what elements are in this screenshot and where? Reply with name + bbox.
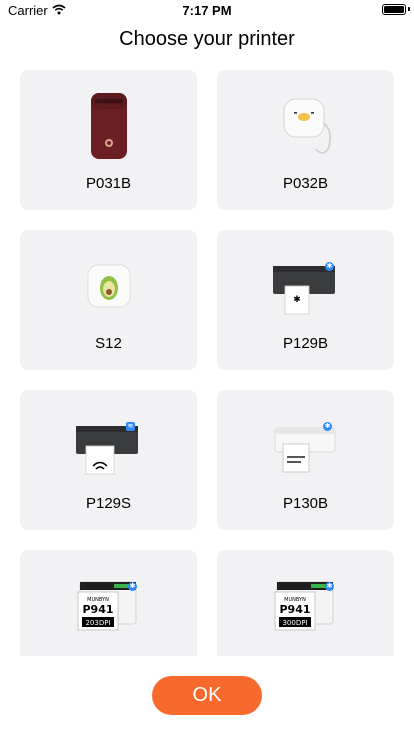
p129b-printer-image: ✱ bbox=[217, 248, 394, 324]
bluetooth-badge-icon: ✱ bbox=[325, 582, 334, 591]
page-title: Choose your printer bbox=[119, 28, 295, 50]
ok-button[interactable]: OK bbox=[152, 676, 262, 715]
printer-label: P129B bbox=[282, 335, 329, 352]
printer-grid: P031B P032B S12 ✱ ✱ P129B ≋ P129S ✱ P130… bbox=[0, 70, 414, 656]
wifi-badge-icon: ≋ bbox=[126, 422, 135, 431]
p130b-printer-image bbox=[217, 408, 394, 484]
svg-text:300DPI: 300DPI bbox=[282, 619, 307, 627]
s12-printer-image bbox=[20, 248, 197, 324]
printer-label: P129S bbox=[85, 495, 132, 512]
battery-icon bbox=[382, 4, 406, 15]
p941-300dpi-printer-image: MUNBYN P941 300DPI bbox=[217, 568, 394, 644]
printer-label: P031B bbox=[85, 175, 132, 192]
bluetooth-badge-icon: ✱ bbox=[323, 422, 332, 431]
printer-card-p941-300dpi[interactable]: MUNBYN P941 300DPI ✱ bbox=[217, 550, 394, 656]
svg-text:P941: P941 bbox=[82, 603, 113, 616]
printer-label: S12 bbox=[95, 335, 122, 352]
printer-card-p130b[interactable]: ✱ P130B bbox=[217, 390, 394, 530]
svg-text:P941: P941 bbox=[279, 603, 310, 616]
bottom-bar: OK bbox=[0, 656, 414, 736]
printer-card-p129b[interactable]: ✱ ✱ P129B bbox=[217, 230, 394, 370]
printer-card-p032b[interactable]: P032B bbox=[217, 70, 394, 210]
svg-text:✱: ✱ bbox=[293, 295, 301, 305]
printer-card-s12[interactable]: S12 bbox=[20, 230, 197, 370]
bluetooth-badge-icon: ✱ bbox=[325, 262, 334, 271]
p032b-printer-image bbox=[217, 88, 394, 164]
p031b-printer-image bbox=[20, 88, 197, 164]
battery-tip bbox=[408, 7, 410, 11]
printer-label: P130B bbox=[282, 495, 329, 512]
printer-label: P032B bbox=[282, 175, 329, 192]
printer-card-p031b[interactable]: P031B bbox=[20, 70, 197, 210]
status-bar: Carrier 7:17 PM bbox=[0, 0, 414, 20]
p129s-printer-image bbox=[20, 408, 197, 484]
bluetooth-badge-icon: ✱ bbox=[128, 582, 137, 591]
clock: 7:17 PM bbox=[182, 3, 232, 18]
printer-card-p129s[interactable]: ≋ P129S bbox=[20, 390, 197, 530]
printer-grid-scroll[interactable]: P031B P032B S12 ✱ ✱ P129B ≋ P129S ✱ P130… bbox=[0, 70, 414, 656]
printer-card-p941-203dpi[interactable]: MUNBYN P941 203DPI ✱ bbox=[20, 550, 197, 656]
p941-203dpi-printer-image: MUNBYN P941 203DPI bbox=[20, 568, 197, 644]
svg-text:203DPI: 203DPI bbox=[85, 619, 110, 627]
